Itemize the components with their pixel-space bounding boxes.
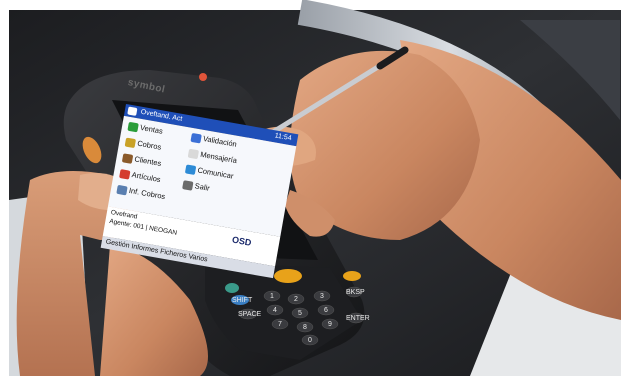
orange-function-key[interactable]	[343, 271, 361, 281]
key-label: 5	[298, 310, 302, 317]
windows-start-icon[interactable]	[127, 106, 138, 116]
key-label: 6	[324, 307, 328, 314]
menu-item-icon	[116, 184, 128, 195]
menu-item-label: Comunicar	[196, 165, 235, 181]
photo-scene: 1 2 3 4 5 6 7 8 9 0 SHIFT BKSP SPACE ENTER	[0, 0, 629, 383]
menu-item[interactable]: Cobros	[124, 137, 162, 153]
menu-item-label: Validación	[202, 133, 238, 149]
key-label: 2	[294, 296, 298, 303]
menu-item[interactable]: Salir	[182, 179, 210, 194]
menu-item-icon	[119, 168, 131, 180]
key-label: 7	[278, 321, 282, 328]
menu-item-icon	[121, 152, 134, 164]
key-label: ENTER	[346, 315, 370, 322]
key-label: 4	[273, 307, 277, 314]
menu-item[interactable]: Validación	[190, 132, 238, 150]
key-label: 1	[270, 293, 274, 300]
menu-item[interactable]: Artículos	[119, 168, 161, 185]
menu-item-icon	[127, 121, 139, 132]
key-label: 9	[328, 321, 332, 328]
menu-item-label: Salir	[194, 181, 211, 193]
pda-screen: Oveftand. Act 11:54 Ventas Cobros Clientes…	[100, 104, 299, 279]
menu-item-icon	[187, 148, 200, 159]
menu-item-label: Ventas	[139, 122, 164, 136]
key-label: SHIFT	[232, 297, 253, 304]
key-label: SPACE	[238, 311, 262, 318]
yellow-scan-key[interactable]	[274, 269, 302, 283]
menu-item-icon	[124, 137, 137, 148]
menu-item[interactable]: Mensajería	[187, 148, 238, 166]
menu-item[interactable]: Ventas	[127, 121, 164, 137]
key-label: 3	[320, 293, 324, 300]
menu-item-icon	[182, 179, 194, 191]
menu-item-icon	[190, 132, 202, 144]
menu-item-label: Inf. Cobros	[128, 185, 166, 202]
key-label: 8	[303, 324, 307, 331]
menu-item[interactable]: Inf. Cobros	[116, 184, 166, 202]
led-indicator	[199, 73, 207, 81]
key-label: 0	[308, 337, 312, 344]
green-call-key[interactable]	[225, 283, 239, 293]
footer-agent: Agente: 001 | NEOGAN	[108, 217, 178, 237]
key-label: BKSP	[346, 289, 365, 296]
menu-item-label: Mensajería	[199, 149, 238, 166]
menu-item-label: Clientes	[133, 154, 163, 168]
menu-item[interactable]: Clientes	[121, 152, 163, 169]
menu-item[interactable]: Comunicar	[184, 163, 235, 181]
menu-item-icon	[184, 163, 197, 175]
menu-item-label: Artículos	[131, 170, 162, 185]
menu-item-label: Cobros	[136, 138, 162, 152]
